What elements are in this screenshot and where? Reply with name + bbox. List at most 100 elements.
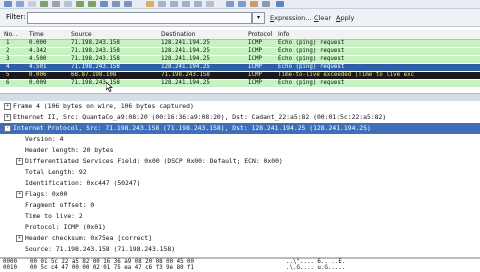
expression-button[interactable]: Expression... [270,14,311,22]
expand-icon[interactable]: + [16,191,23,198]
save-icon[interactable] [16,1,24,7]
packet-no: 3 [6,56,10,62]
filter-bar: Filter: ▾ Expression... Clear Apply [0,9,480,27]
column-info[interactable]: Info [278,31,289,38]
apply-label: Apply [336,14,355,22]
apply-button[interactable]: Apply [336,14,354,22]
detail-row[interactable]: Protocol: ICMP (0x01) [0,222,480,233]
detail-row-selected[interactable]: - Internet Protocol, Src: 71.198.243.158 … [0,123,480,134]
detail-row[interactable]: Identification: 0xc447 (50247) [0,178,480,189]
detail-text: Flags: 0x00 [25,190,68,198]
detail-row[interactable]: + Ethernet II, Src: QuantaCo_a9:08:20 (00… [0,112,480,123]
resize-columns-icon[interactable] [206,1,214,7]
expand-icon[interactable]: + [16,235,23,242]
back-icon[interactable] [76,1,84,7]
detail-row[interactable]: Source: 71.198.243.158 (71.198.243.158) [0,244,480,255]
find-icon[interactable] [64,1,72,7]
column-time[interactable]: Time [29,31,44,38]
preferences-icon[interactable] [262,1,270,7]
packet-time: 4.501 [29,64,47,70]
detail-row[interactable]: + Differentiated Services Field: 0x00 (DS… [0,156,480,167]
goto-icon[interactable] [100,1,108,7]
packet-row[interactable]: 3 4.500 71.198.243.158 128.241.194.25 IC… [0,56,480,63]
first-packet-icon[interactable] [112,1,120,7]
clear-label: Clear [314,14,332,22]
forward-icon[interactable] [88,1,96,7]
close-icon[interactable] [28,1,36,7]
column-no[interactable]: No. . [4,31,18,38]
packet-protocol: ICMP [248,40,262,46]
packet-time: 4.342 [29,48,47,54]
packet-protocol: ICMP [248,64,262,70]
detail-text: Differentiated Services Field: 0x00 (DSC… [25,157,283,165]
packet-info: Echo (ping) request [278,80,345,86]
packet-destination: 71.198.243.158 [161,72,210,78]
packet-row[interactable]: 5 0.006 68.87.198.108 71.198.243.158 ICM… [0,72,480,79]
collapse-icon[interactable]: - [4,125,11,132]
help-icon[interactable] [276,1,284,7]
detail-row[interactable]: + Frame 4 (106 bytes on wire, 106 bytes c… [0,101,480,112]
detail-text: Fragment offset: 0 [25,201,95,209]
hex-offset: 0010 [3,265,17,271]
packet-destination: 128.241.194.25 [161,56,210,62]
packet-destination: 128.241.194.25 [161,40,210,46]
last-packet-icon[interactable] [124,1,132,7]
column-source[interactable]: Source [71,31,92,38]
display-filters-icon[interactable] [238,1,246,7]
detail-text: Time to live: 2 [25,212,83,220]
zoom-in-icon[interactable] [170,1,178,7]
packet-destination: 128.241.194.25 [161,64,210,70]
detail-row[interactable]: Fragment offset: 0 [0,200,480,211]
open-icon[interactable] [4,1,12,7]
packet-source: 71.198.243.158 [71,64,120,70]
filter-dropdown-button[interactable]: ▾ [252,12,265,24]
autoscroll-icon[interactable] [158,1,166,7]
filter-label: Filter: [6,13,26,21]
coloring-rules-icon[interactable] [250,1,258,7]
reload-icon[interactable] [40,1,48,7]
packet-source: 68.87.198.108 [71,72,117,78]
detail-text: Version: 4 [25,135,64,143]
packet-row-selected[interactable]: 4 4.501 71.198.243.158 128.241.194.25 IC… [0,64,480,71]
detail-text: Ethernet II, Src: QuantaCo_a9:08:20 (00:… [13,113,387,121]
detail-row[interactable]: Time to live: 2 [0,211,480,222]
detail-text: Identification: 0xc447 (50247) [25,179,141,187]
detail-text: Protocol: ICMP (0x01) [25,223,106,231]
hex-bytes: 00 5c c4 47 00 00 02 01 75 ea 47 c6 f3 9… [30,265,195,271]
packet-row[interactable]: 6 0.009 71.198.243.158 128.241.194.25 IC… [0,80,480,87]
expression-label: Expression... [270,14,312,22]
expand-icon[interactable]: + [4,103,11,110]
clear-button[interactable]: Clear [314,14,331,22]
expand-icon[interactable]: + [4,114,11,121]
column-protocol[interactable]: Protocol [248,31,272,38]
packet-time: 0.009 [29,80,47,86]
detail-row[interactable]: Version: 4 [0,134,480,145]
packet-info: Echo (ping) request [278,56,345,62]
hex-ascii: .\.G.... u.G..... [286,265,346,271]
chevron-down-icon: ▾ [256,14,260,21]
packet-info: Echo (ping) request [278,48,345,54]
packet-row[interactable]: 1 0.000 71.198.243.158 128.241.194.25 IC… [0,40,480,47]
print-icon[interactable] [52,1,60,7]
packet-row[interactable]: 2 4.342 71.198.243.158 128.241.194.25 IC… [0,48,480,55]
packet-no: 6 [6,80,10,86]
packet-list-header: No. . Time Source Destination Protocol I… [0,30,480,40]
packet-source: 71.198.243.158 [71,40,120,46]
capture-filters-icon[interactable] [226,1,234,7]
detail-row[interactable]: + Flags: 0x00 [0,189,480,200]
zoom-normal-icon[interactable] [194,1,202,7]
column-destination[interactable]: Destination [161,31,195,38]
packet-time: 4.500 [29,56,47,62]
packet-protocol: ICMP [248,80,262,86]
expand-icon[interactable]: + [16,158,23,165]
colorize-icon[interactable] [146,1,154,7]
detail-text: Internet Protocol, Src: 71.198.243.158 (… [13,124,371,132]
packet-no: 5 [6,72,10,78]
filter-input[interactable] [27,12,252,24]
detail-row[interactable]: + Header checksum: 0x75ea [correct] [0,233,480,244]
zoom-out-icon[interactable] [182,1,190,7]
detail-row[interactable]: Total Length: 92 [0,167,480,178]
packet-info: Echo (ping) request [278,64,345,70]
detail-row[interactable]: Header length: 20 bytes [0,145,480,156]
detail-text: Frame 4 (106 bytes on wire, 106 bytes ca… [13,102,194,110]
